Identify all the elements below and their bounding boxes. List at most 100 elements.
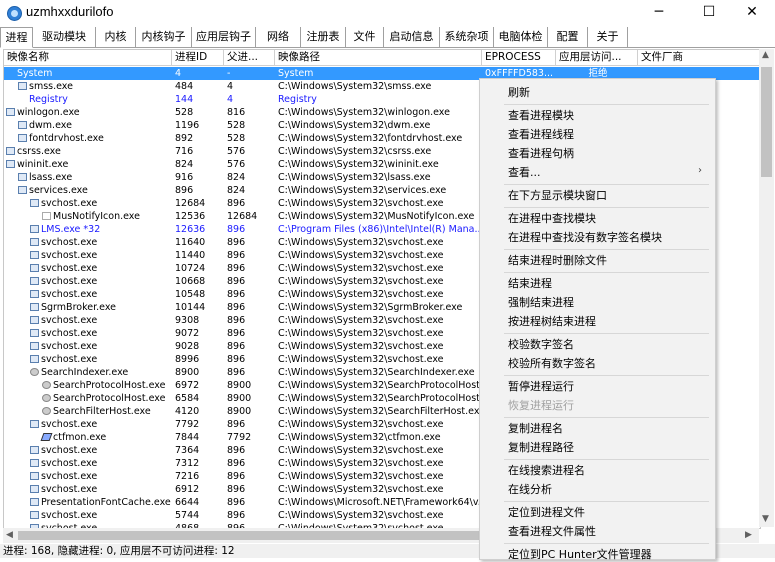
cell-path: C:\Windows\System32\csrss.exe: [278, 146, 432, 157]
menu-item-13[interactable]: 校验所有数字签名: [508, 355, 596, 371]
process-icon: [30, 238, 39, 246]
tab-3[interactable]: 内核钩子: [136, 27, 192, 47]
menu-item-10[interactable]: 强制结束进程: [508, 294, 574, 310]
menu-item-17[interactable]: 复制进程路径: [508, 439, 574, 455]
tab-8[interactable]: 启动信息: [384, 27, 440, 47]
scroll-right-icon[interactable]: ▶: [745, 530, 752, 540]
process-icon: [30, 511, 39, 519]
tab-0[interactable]: 进程: [0, 27, 33, 48]
tab-2[interactable]: 内核: [96, 27, 136, 47]
process-icon: [40, 433, 53, 441]
column-header-1[interactable]: 进程ID: [172, 50, 224, 65]
menu-item-14[interactable]: 暂停进程运行: [508, 378, 574, 394]
menu-item-0[interactable]: 刷新: [508, 84, 530, 100]
cell-name: smss.exe: [29, 81, 73, 92]
cell-ppid: 896: [227, 354, 246, 365]
process-icon: [18, 82, 27, 90]
cell-name: svchost.exe: [41, 419, 98, 430]
menu-item-7[interactable]: 在进程中查找没有数字签名模块: [508, 229, 662, 245]
menu-item-21[interactable]: 查看进程文件属性: [508, 523, 596, 539]
column-header-6[interactable]: 文件厂商: [638, 50, 760, 65]
menu-item-18[interactable]: 在线搜索进程名: [508, 462, 585, 478]
cell-path: C:\Windows\System32\services.exe: [278, 185, 447, 196]
tab-7[interactable]: 文件: [346, 27, 384, 47]
menu-item-22[interactable]: 定位到PC Hunter文件管理器: [508, 546, 652, 562]
menu-item-8[interactable]: 结束进程时删除文件: [508, 252, 607, 268]
menu-item-3[interactable]: 查看进程句柄: [508, 145, 574, 161]
scroll-left-icon[interactable]: ◀: [6, 530, 13, 540]
cell-path: C:\Windows\System32\smss.exe: [278, 81, 432, 92]
menu-item-9[interactable]: 结束进程: [508, 275, 552, 291]
column-header-0[interactable]: 映像名称: [4, 50, 172, 65]
menu-separator: [504, 333, 709, 334]
vertical-scroll-thumb[interactable]: [761, 67, 772, 177]
column-header-4[interactable]: EPROCESS: [482, 50, 556, 65]
menu-item-2[interactable]: 查看进程线程: [508, 126, 574, 142]
column-header-5[interactable]: 应用层访问...: [556, 50, 638, 65]
process-icon: [30, 316, 39, 324]
cell-path: C:\Windows\System32\SearchProtocolHost..…: [278, 393, 481, 404]
vertical-scrollbar[interactable]: ▲ ▼: [759, 49, 774, 527]
menu-item-5[interactable]: 在下方显示模块窗口: [508, 187, 607, 203]
cell-ppid: 4: [227, 94, 234, 105]
cell-ppid: 896: [227, 250, 246, 261]
cell-ppid: 824: [227, 185, 246, 196]
cell-ppid: 896: [227, 445, 246, 456]
cell-path: C:\Windows\System32\svchost.exe: [278, 289, 444, 300]
horizontal-scroll-thumb[interactable]: [18, 531, 533, 540]
tab-12[interactable]: 关于: [588, 27, 628, 47]
cell-pid: 12684: [175, 198, 206, 209]
menu-separator: [504, 184, 709, 185]
process-icon: [18, 186, 27, 194]
menu-item-16[interactable]: 复制进程名: [508, 420, 563, 436]
menu-item-12[interactable]: 校验数字签名: [508, 336, 574, 352]
cell-ppid: 896: [227, 315, 246, 326]
cell-path: C:\Windows\System32\svchost.exe: [278, 510, 444, 521]
menu-item-19[interactable]: 在线分析: [508, 481, 552, 497]
tab-10[interactable]: 电脑体检: [494, 27, 548, 47]
tab-5[interactable]: 网络: [256, 27, 301, 47]
tab-9[interactable]: 系统杂项: [440, 27, 494, 47]
process-icon: [30, 459, 39, 467]
tab-6[interactable]: 注册表: [301, 27, 346, 47]
menu-item-4[interactable]: 查看...: [508, 164, 541, 180]
cell-name: SearchProtocolHost.exe: [53, 393, 166, 404]
cell-name: SearchFilterHost.exe: [53, 406, 151, 417]
process-icon: [42, 394, 51, 402]
cell-name: System: [17, 68, 53, 79]
cell-pid: 12636: [175, 224, 206, 235]
cell-pid: 4: [175, 68, 182, 79]
cell-path: System: [278, 68, 314, 79]
column-header-2[interactable]: 父进...: [224, 50, 275, 65]
cell-path: C:\Windows\System32\svchost.exe: [278, 445, 444, 456]
cell-pid: 528: [175, 107, 194, 118]
minimize-button[interactable]: ─: [636, 0, 682, 26]
cell-name: PresentationFontCache.exe: [41, 497, 171, 508]
menu-item-20[interactable]: 定位到进程文件: [508, 504, 585, 520]
cell-ppid: 896: [227, 471, 246, 482]
menu-item-1[interactable]: 查看进程模块: [508, 107, 574, 123]
tab-11[interactable]: 配置: [548, 27, 588, 47]
tab-4[interactable]: 应用层钩子: [192, 27, 256, 47]
process-icon: [30, 303, 39, 311]
cell-ppid: 896: [227, 484, 246, 495]
tab-1[interactable]: 驱动模块: [33, 27, 96, 47]
cell-path: C:\Windows\System32\svchost.exe: [278, 419, 444, 430]
cell-ppid: 896: [227, 510, 246, 521]
cell-ppid: 896: [227, 237, 246, 248]
maximize-button[interactable]: ☐: [686, 0, 732, 26]
process-icon: [30, 277, 39, 285]
process-icon: [18, 134, 27, 142]
menu-item-11[interactable]: 按进程树结束进程: [508, 313, 596, 329]
cell-pid: 6644: [175, 497, 200, 508]
menu-item-6[interactable]: 在进程中查找模块: [508, 210, 596, 226]
cell-pid: 7364: [175, 445, 200, 456]
scroll-up-icon[interactable]: ▲: [762, 50, 769, 60]
title-bar: uzmhxxdurilofo ─ ☐ ✕: [0, 0, 775, 26]
cell-path: C:\Windows\Microsoft.NET\Framework64\v..…: [278, 497, 481, 508]
cell-pid: 8900: [175, 367, 200, 378]
scroll-down-icon[interactable]: ▼: [762, 514, 769, 524]
close-button[interactable]: ✕: [729, 0, 775, 26]
process-icon: [30, 199, 39, 207]
column-header-3[interactable]: 映像路径: [275, 50, 482, 65]
